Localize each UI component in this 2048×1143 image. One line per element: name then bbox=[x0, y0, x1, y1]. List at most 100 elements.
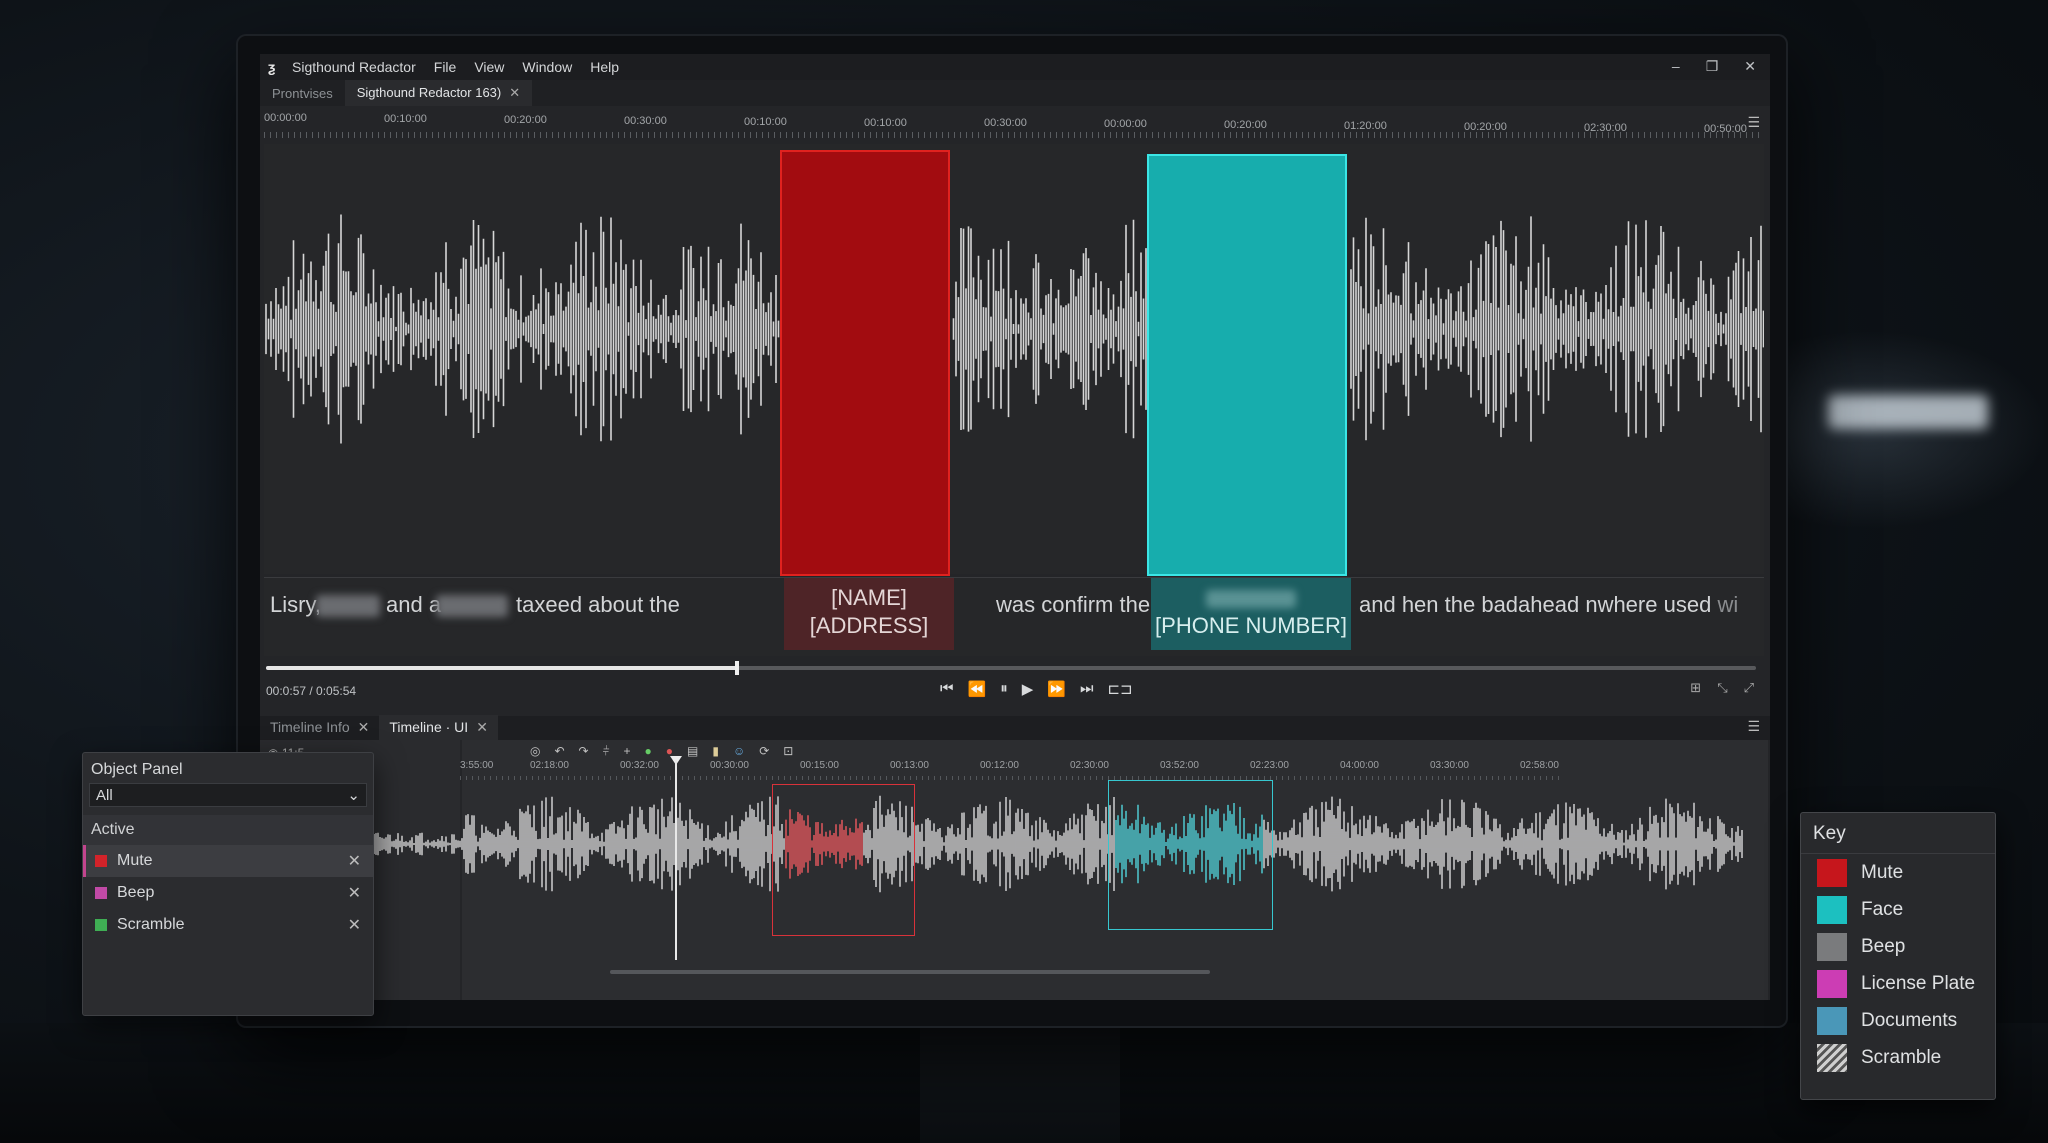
chevron-down-icon: ⌄ bbox=[347, 787, 360, 804]
timeline-tick-label: 00:32:00 bbox=[620, 760, 659, 771]
object-item-beep[interactable]: Beep ✕ bbox=[83, 877, 373, 909]
object-panel-title: Object Panel bbox=[91, 761, 183, 778]
scramble-swatch bbox=[95, 919, 107, 931]
close-tab-icon[interactable]: ✕ bbox=[476, 719, 488, 735]
redacted-phone-number[interactable]: [PHONE NUMBER] bbox=[1151, 578, 1351, 650]
tab-redactor[interactable]: Sigthound Redactor 163) ✕ bbox=[344, 80, 533, 106]
timeline-tick-label: 02:58:00 bbox=[1520, 760, 1559, 771]
key-item-face: Face bbox=[1801, 891, 1995, 928]
main-waveform[interactable] bbox=[264, 144, 1765, 574]
transcript-text: was confirm the bbox=[996, 592, 1151, 617]
beep-swatch bbox=[1817, 932, 1847, 961]
monitor-stand bbox=[920, 1010, 1120, 1143]
playhead[interactable] bbox=[675, 760, 677, 960]
object-label: Mute bbox=[117, 852, 153, 869]
panel-menu-icon[interactable]: ☰ bbox=[1747, 114, 1760, 131]
key-title: Key bbox=[1801, 813, 1995, 854]
rewind-icon[interactable]: ⏪ bbox=[968, 680, 987, 698]
transcript-text: and hen the badahead nwhere used wi bbox=[1359, 592, 1738, 618]
object-label: Scramble bbox=[117, 916, 185, 933]
tab-label: Sigthound Redactor 163) bbox=[356, 85, 502, 100]
skip-end-icon[interactable]: ⏭ bbox=[1080, 680, 1094, 698]
restore-icon[interactable]: ❐ bbox=[1706, 58, 1719, 75]
timeline-scrollbar[interactable] bbox=[610, 970, 1210, 974]
person-icon[interactable]: ☺ bbox=[733, 744, 745, 758]
loop-icon[interactable]: ⊏⊐ bbox=[1107, 680, 1132, 698]
ruler-tick-label: 01:20:00 bbox=[1344, 120, 1387, 133]
object-filter-select[interactable]: All ⌄ bbox=[89, 783, 367, 807]
timeline-waveform[interactable] bbox=[264, 784, 1764, 964]
key-label: Face bbox=[1861, 898, 1904, 920]
transcript-text-main: and hen the badahead nwhere used bbox=[1359, 592, 1712, 617]
filter-value: All bbox=[96, 786, 113, 804]
tab-timeline-ui[interactable]: Timeline · UI ✕ bbox=[379, 715, 498, 740]
transcript-text: taxeed about the bbox=[516, 592, 680, 617]
ruler-tick-label: 02:30:00 bbox=[1584, 121, 1627, 134]
undo-icon[interactable]: ↶ bbox=[554, 744, 564, 758]
redacted-name-address[interactable]: [NAME] [ADDRESS] bbox=[784, 578, 954, 650]
face-redaction-region[interactable] bbox=[1147, 154, 1347, 576]
timeline-tick-label: 00:13:00 bbox=[890, 760, 929, 771]
tab-timeline-info[interactable]: Timeline Info ✕ bbox=[260, 715, 379, 740]
expand-icon[interactable]: ⤢ bbox=[1744, 680, 1754, 696]
menu-window[interactable]: Window bbox=[522, 59, 572, 75]
scramble-swatch bbox=[1817, 1043, 1847, 1072]
key-item-scramble: Scramble bbox=[1801, 1039, 1995, 1076]
license-plate-swatch bbox=[1817, 969, 1847, 998]
ruler-tick-label: 00:00:00 bbox=[264, 112, 307, 124]
blurred-word bbox=[316, 592, 380, 618]
tab-prontvises[interactable]: Prontvises bbox=[260, 81, 345, 106]
color-tag-icon[interactable]: ● bbox=[645, 744, 652, 758]
timeline-mute-selection[interactable] bbox=[772, 784, 915, 936]
fast-forward-icon[interactable]: ⏩ bbox=[1047, 680, 1066, 698]
view-tools: ⊞ ⤡ ⤢ bbox=[1690, 680, 1754, 696]
time-ruler[interactable]: 00:00:00 00:10:00 00:20:00 00:30:00 00:10:00… bbox=[264, 112, 1764, 138]
object-item-mute[interactable]: Mute ✕ bbox=[83, 845, 373, 877]
mute-swatch bbox=[95, 855, 107, 867]
close-tab-icon[interactable]: ✕ bbox=[358, 719, 370, 735]
split-icon[interactable]: ⫩ bbox=[603, 744, 610, 759]
remove-icon[interactable]: ✕ bbox=[348, 883, 361, 903]
redo-icon[interactable]: ↷ bbox=[579, 744, 589, 758]
skip-start-icon[interactable]: ⏮ bbox=[940, 680, 954, 698]
document-icon[interactable]: ▮ bbox=[712, 744, 719, 758]
object-item-scramble[interactable]: Scramble ✕ bbox=[83, 909, 373, 941]
redaction-label-phone: [PHONE NUMBER] bbox=[1155, 613, 1347, 638]
pause-icon[interactable]: ⏸ bbox=[1000, 680, 1008, 698]
transcript-text: Lisry, bbox=[270, 592, 321, 617]
playback-progress[interactable] bbox=[266, 661, 1756, 675]
mute-redaction-region[interactable] bbox=[780, 150, 950, 576]
timeline-start-label: 3:55:00 bbox=[460, 760, 494, 771]
play-icon[interactable]: ▶ bbox=[1022, 680, 1034, 698]
menu-file[interactable]: File bbox=[434, 59, 457, 75]
timeline-tick-label: 00:30:00 bbox=[710, 760, 749, 771]
fit-icon[interactable]: ⤡ bbox=[1717, 680, 1727, 696]
progress-fill bbox=[266, 666, 737, 670]
add-marker-icon[interactable]: + bbox=[624, 744, 631, 758]
close-icon[interactable]: ✕ bbox=[1744, 58, 1756, 75]
target-icon[interactable]: ◎ bbox=[530, 744, 540, 758]
menu-help[interactable]: Help bbox=[590, 59, 619, 75]
timeline-waveform-svg bbox=[293, 795, 1743, 893]
ruler-tick-label: 00:30:00 bbox=[984, 117, 1027, 130]
remove-icon[interactable]: ✕ bbox=[348, 915, 361, 935]
refresh-icon[interactable]: ⟳ bbox=[759, 744, 769, 758]
timeline-face-selection[interactable] bbox=[1108, 780, 1273, 930]
image-icon[interactable]: ⊡ bbox=[783, 744, 793, 758]
progress-handle[interactable] bbox=[734, 661, 739, 675]
timeline-ruler[interactable]: 3:55:00 02:18:00 00:32:00 00:30:00 00:15:00 0… bbox=[460, 760, 1560, 780]
ruler-tick-label: 00:10:00 bbox=[384, 112, 427, 125]
minimize-icon[interactable]: – bbox=[1672, 58, 1680, 75]
close-tab-icon[interactable]: ✕ bbox=[509, 85, 520, 100]
menu-view[interactable]: View bbox=[474, 59, 504, 75]
remove-icon[interactable]: ✕ bbox=[348, 851, 361, 871]
app-title: Sigthound Redactor bbox=[292, 59, 416, 75]
redaction-label-name: [NAME] bbox=[831, 585, 907, 610]
ruler-tick-label: 00:30:00 bbox=[624, 114, 667, 127]
lower-panel-menu-icon[interactable]: ☰ bbox=[1747, 718, 1760, 735]
key-label: Scramble bbox=[1861, 1046, 1942, 1068]
app-logo-icon: ƺ bbox=[268, 59, 276, 75]
layout-icon[interactable]: ⊞ bbox=[1690, 680, 1701, 696]
layers-icon[interactable]: ▤ bbox=[687, 744, 698, 758]
key-label: Documents bbox=[1861, 1009, 1958, 1031]
